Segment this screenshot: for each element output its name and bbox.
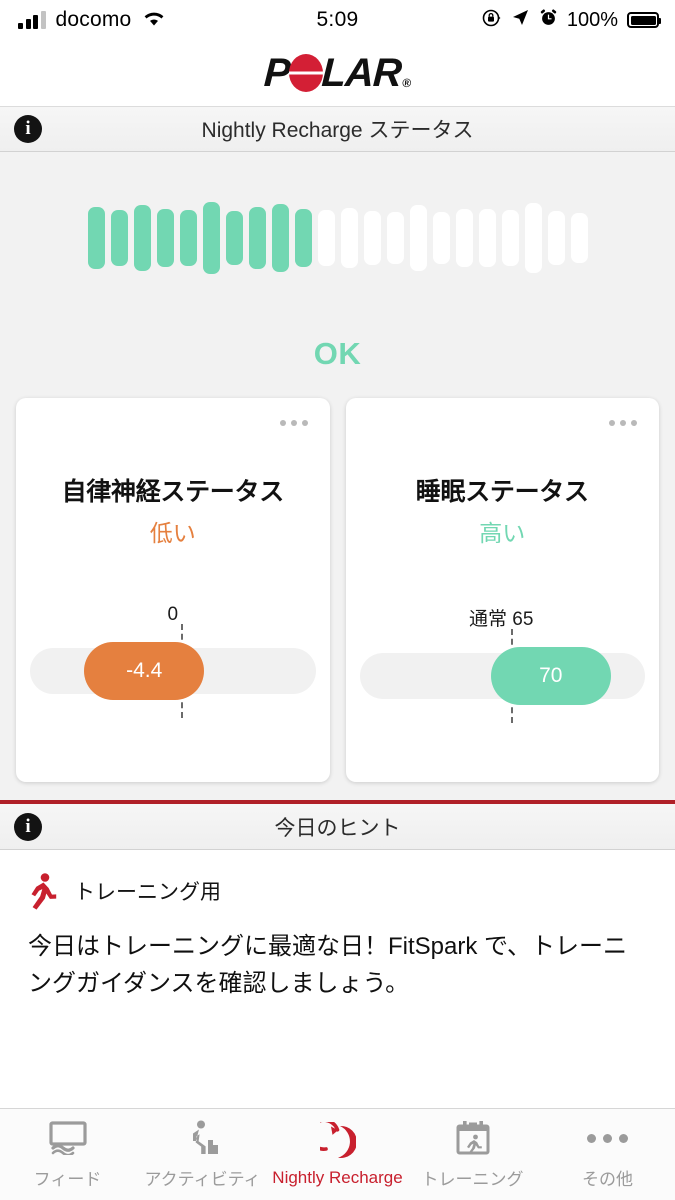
daily-tip-header[interactable]: i 今日のヒント <box>0 800 675 850</box>
wifi-icon <box>141 8 167 32</box>
activity-stairs-icon <box>184 1119 222 1157</box>
recharge-bar <box>133 205 151 271</box>
gauge-value-pill: 70 <box>490 647 611 705</box>
recharge-bar <box>317 210 335 266</box>
recharge-panel: OK 自律神経ステータス 低い 0 -4.4 睡眠ステータス 高い 通常 65 … <box>0 152 675 800</box>
running-person-icon <box>24 872 58 910</box>
battery-percent-label: 100% <box>566 8 618 31</box>
recharge-bar <box>455 209 473 267</box>
tab-label: フィード <box>33 1170 102 1189</box>
tab-feed[interactable]: フィード <box>0 1109 135 1200</box>
recharge-bar <box>363 211 381 265</box>
recharge-bar <box>409 205 427 271</box>
carrier-label: docomo <box>55 8 132 31</box>
gauge-track: 70 <box>359 629 645 723</box>
tip-text: 今日はトレーニングに最適な日！FitSpark で、トレーニングガイダンスを確認… <box>28 933 628 998</box>
daily-tip-title: 今日のヒント <box>274 816 401 840</box>
recharge-bar <box>570 213 588 263</box>
brand-logo-bar: P LAR ® <box>0 40 675 106</box>
logo-text-after: LAR <box>320 51 403 95</box>
tab-training[interactable]: トレーニング <box>405 1109 540 1200</box>
app-root: docomo 5:09 100% P LAR ® i Nightly Recha… <box>0 0 675 1200</box>
ans-status-card[interactable]: 自律神経ステータス 低い 0 -4.4 <box>16 398 330 782</box>
rotation-lock-icon <box>482 8 502 33</box>
recharge-bar <box>271 204 289 272</box>
recharge-bar <box>386 212 404 264</box>
recharge-bar <box>294 209 312 267</box>
registered-mark: ® <box>402 76 411 90</box>
recharge-bar <box>501 210 519 266</box>
overflow-dots-icon[interactable] <box>279 420 308 426</box>
ans-gauge: 0 -4.4 <box>30 604 316 718</box>
recharge-bar <box>202 202 220 274</box>
bottom-tab-bar: フィード アクティビティ Nightly Recharge トレーニング その他 <box>0 1108 675 1200</box>
recharge-bar <box>248 207 266 269</box>
recharge-bar-chart <box>0 158 675 318</box>
training-calendar-icon <box>454 1119 492 1157</box>
page-title: Nightly Recharge ステータス <box>201 119 474 142</box>
sleep-gauge: 通常 65 70 <box>359 604 645 723</box>
polar-logo: P LAR ® <box>262 51 412 95</box>
gauge-track: -4.4 <box>30 624 316 718</box>
tab-label: その他 <box>582 1170 633 1189</box>
recharge-bar <box>110 210 128 266</box>
gauge-reference-label: 通常 65 <box>469 609 534 630</box>
overflow-dots-icon[interactable] <box>609 420 637 426</box>
recharge-bar <box>478 209 496 267</box>
tab-label: アクティビティ <box>144 1170 261 1189</box>
logo-o-circle-icon <box>288 54 323 92</box>
gauge-value-pill: -4.4 <box>84 642 205 700</box>
tab-label: トレーニング <box>421 1170 524 1189</box>
recharge-bar <box>156 209 174 267</box>
feed-screen-icon <box>48 1119 88 1157</box>
recharge-bar <box>179 210 197 266</box>
battery-icon <box>627 12 661 28</box>
card-title: 自律神経ステータス <box>61 478 285 506</box>
logo-text-before: P <box>262 51 291 95</box>
status-bar-right: 100% <box>482 0 661 40</box>
status-bar-left: docomo <box>18 8 167 32</box>
alarm-clock-icon <box>539 8 558 32</box>
tip-category-label: トレーニング用 <box>74 881 221 904</box>
card-subtitle: 高い <box>479 520 526 546</box>
status-bar: docomo 5:09 100% <box>0 0 675 40</box>
recharge-bar <box>340 208 358 268</box>
info-icon[interactable]: i <box>14 115 42 143</box>
tab-label: Nightly Recharge <box>272 1167 403 1187</box>
card-subtitle: 低い <box>149 520 196 546</box>
tab-activity[interactable]: アクティビティ <box>135 1109 270 1200</box>
recharge-bar <box>547 211 565 265</box>
recharge-bar <box>225 211 243 265</box>
more-dots-icon <box>587 1119 628 1157</box>
recharge-bar <box>432 212 450 264</box>
info-icon[interactable]: i <box>14 812 42 841</box>
sleep-status-card[interactable]: 睡眠ステータス 高い 通常 65 70 <box>345 398 659 782</box>
nightly-recharge-moon-icon <box>319 1121 356 1160</box>
status-cards: 自律神経ステータス 低い 0 -4.4 睡眠ステータス 高い 通常 65 70 <box>0 398 675 800</box>
recharge-bar <box>87 207 105 269</box>
recharge-bar <box>524 203 542 273</box>
tab-more[interactable]: その他 <box>540 1109 675 1200</box>
recharge-status-label: OK <box>313 336 362 371</box>
nightly-recharge-header[interactable]: i Nightly Recharge ステータス <box>0 106 675 152</box>
signal-bars-icon <box>18 11 46 29</box>
location-arrow-icon <box>511 8 530 32</box>
tip-category-row: トレーニング用 <box>24 872 651 910</box>
gauge-reference-label: 0 <box>167 604 179 625</box>
daily-tip-body: トレーニング用 今日はトレーニングに最適な日！FitSpark で、トレーニング… <box>0 850 675 1108</box>
card-title: 睡眠ステータス <box>415 478 589 506</box>
tab-nightly-recharge[interactable]: Nightly Recharge <box>270 1109 405 1200</box>
